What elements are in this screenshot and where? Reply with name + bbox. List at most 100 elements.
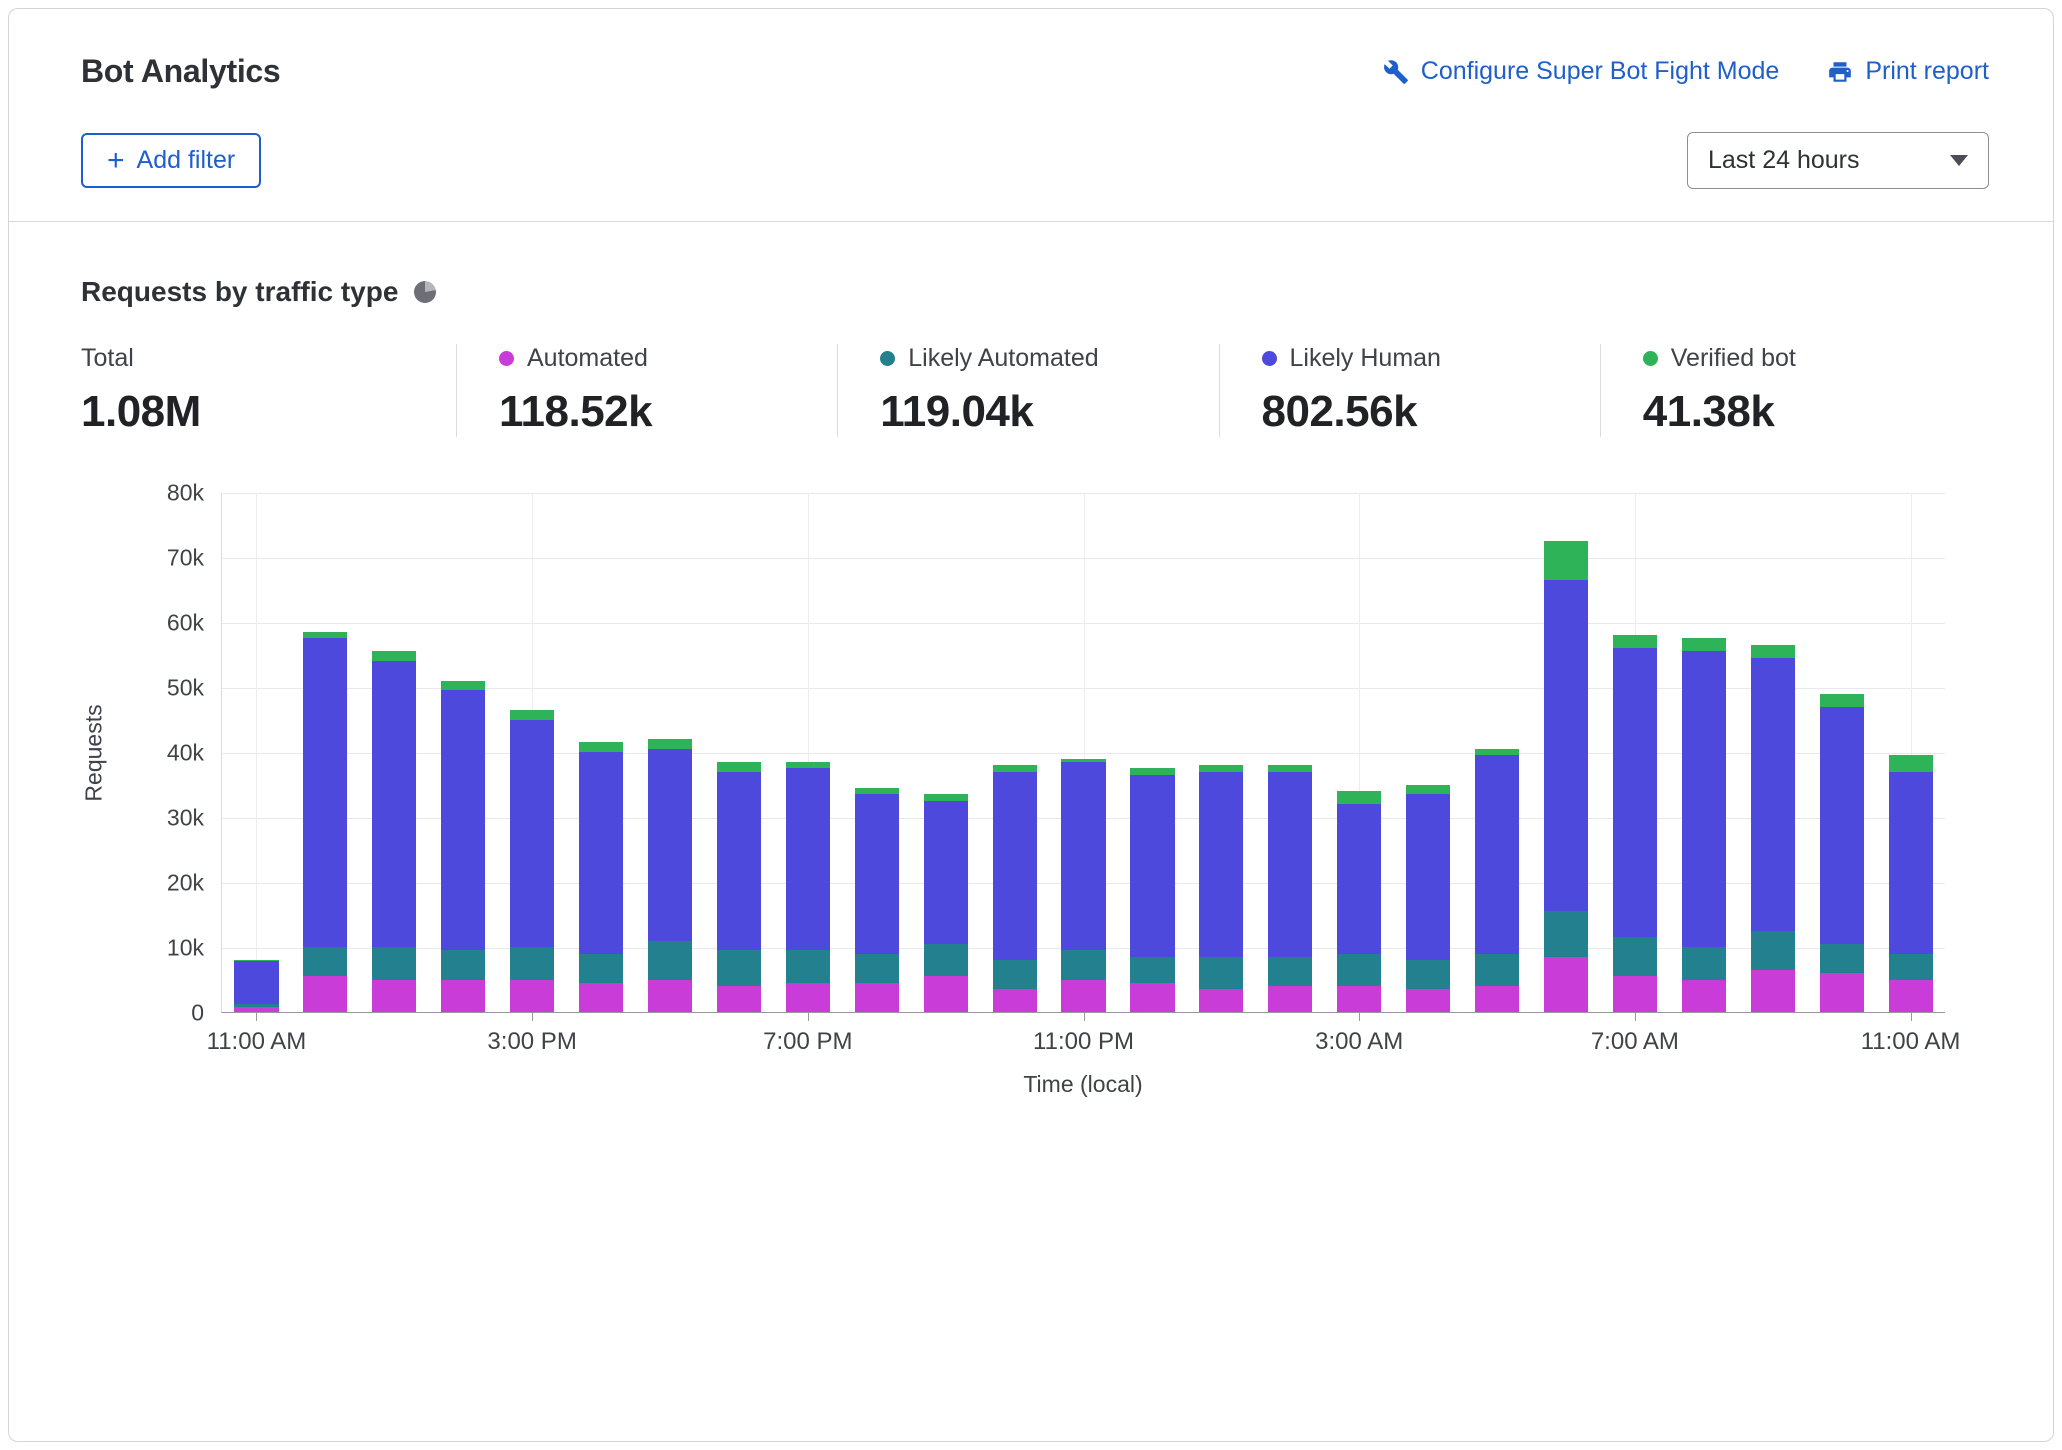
x-axis-title: Time (local) bbox=[221, 1071, 1945, 1098]
bar[interactable] bbox=[579, 742, 623, 1012]
bar-segment bbox=[1406, 989, 1450, 1012]
bar-segment bbox=[993, 772, 1037, 961]
bar-group bbox=[498, 493, 567, 1012]
bar-segment bbox=[1613, 648, 1657, 937]
bar[interactable] bbox=[717, 762, 761, 1012]
stat-item: Likely Human 802.56k bbox=[1219, 344, 1600, 437]
bar[interactable] bbox=[1613, 635, 1657, 1012]
bar[interactable] bbox=[648, 739, 692, 1012]
bar-segment bbox=[924, 976, 968, 1012]
bar[interactable] bbox=[1268, 765, 1312, 1012]
bar-segment bbox=[1475, 954, 1519, 987]
y-tick-label: 20k bbox=[167, 870, 204, 897]
bar-segment bbox=[372, 980, 416, 1013]
bar-segment bbox=[1820, 707, 1864, 944]
bar-group bbox=[222, 493, 291, 1012]
bar[interactable] bbox=[1751, 645, 1795, 1012]
bar-segment bbox=[1820, 973, 1864, 1012]
bar-group bbox=[291, 493, 360, 1012]
bar-segment bbox=[786, 768, 830, 950]
bar-segment bbox=[1889, 954, 1933, 980]
bar-segment bbox=[648, 941, 692, 980]
bar-segment bbox=[1682, 638, 1726, 651]
bar[interactable] bbox=[441, 681, 485, 1013]
print-link-label: Print report bbox=[1865, 57, 1989, 86]
x-tick-label: 11:00 AM bbox=[207, 1028, 307, 1056]
bar-segment bbox=[1751, 931, 1795, 970]
bar-group bbox=[911, 493, 980, 1012]
bar[interactable] bbox=[924, 794, 968, 1012]
bar-group bbox=[360, 493, 429, 1012]
bar-segment bbox=[993, 960, 1037, 989]
bar[interactable] bbox=[1682, 638, 1726, 1012]
y-tick-label: 70k bbox=[167, 545, 204, 572]
stat-value: 41.38k bbox=[1643, 387, 1981, 437]
x-tick-mark bbox=[1911, 1012, 1912, 1021]
bar-group bbox=[567, 493, 636, 1012]
configure-super-bot-fight-mode-link[interactable]: Configure Super Bot Fight Mode bbox=[1383, 57, 1780, 86]
time-range-select[interactable]: Last 24 hours bbox=[1687, 132, 1989, 189]
bar[interactable] bbox=[1199, 765, 1243, 1012]
bar-group bbox=[636, 493, 705, 1012]
bar-segment bbox=[441, 980, 485, 1013]
bar-segment bbox=[1820, 694, 1864, 707]
stat-value: 118.52k bbox=[499, 387, 837, 437]
bar[interactable] bbox=[1889, 755, 1933, 1012]
y-axis-title: Requests bbox=[81, 704, 108, 801]
bar-segment bbox=[441, 681, 485, 691]
bar-segment bbox=[1061, 980, 1105, 1013]
x-tick-label: 3:00 AM bbox=[1315, 1028, 1403, 1056]
bar[interactable] bbox=[1475, 749, 1519, 1012]
bar-segment bbox=[855, 794, 899, 953]
bar-segment bbox=[1613, 937, 1657, 976]
bar-segment bbox=[510, 980, 554, 1013]
chart-canvas: Requests 010k20k30k40k50k60k70k80k11:00 … bbox=[221, 493, 1945, 1013]
bar[interactable] bbox=[1820, 694, 1864, 1013]
bar[interactable] bbox=[234, 960, 278, 1012]
bar[interactable] bbox=[372, 651, 416, 1012]
bar-segment bbox=[579, 742, 623, 752]
wrench-icon bbox=[1383, 59, 1409, 85]
bar-group bbox=[842, 493, 911, 1012]
bar-segment bbox=[1337, 954, 1381, 987]
bar[interactable] bbox=[1130, 768, 1174, 1012]
bar-segment bbox=[1268, 772, 1312, 957]
bar[interactable] bbox=[1061, 759, 1105, 1013]
bar[interactable] bbox=[510, 710, 554, 1012]
bar-segment bbox=[1061, 950, 1105, 979]
y-tick-label: 30k bbox=[167, 805, 204, 832]
bar-segment bbox=[579, 954, 623, 983]
bar-segment bbox=[1613, 976, 1657, 1012]
bar-segment bbox=[1406, 785, 1450, 795]
bar-segment bbox=[1199, 772, 1243, 957]
bar-segment bbox=[1406, 794, 1450, 960]
header-links: Configure Super Bot Fight Mode Print rep… bbox=[1383, 57, 1989, 86]
bar[interactable] bbox=[993, 765, 1037, 1012]
stat-value: 1.08M bbox=[81, 387, 456, 437]
bar-group bbox=[1876, 493, 1945, 1012]
bar[interactable] bbox=[786, 762, 830, 1012]
bar[interactable] bbox=[303, 632, 347, 1012]
bar-segment bbox=[234, 1007, 278, 1012]
title-row: Bot Analytics Configure Super Bot Fight … bbox=[81, 53, 1989, 90]
print-report-link[interactable]: Print report bbox=[1827, 57, 1989, 86]
card-header: Bot Analytics Configure Super Bot Fight … bbox=[9, 9, 2053, 221]
stat-label: Likely Human bbox=[1290, 344, 1441, 373]
add-filter-button[interactable]: + Add filter bbox=[81, 133, 261, 188]
legend-dot bbox=[1643, 351, 1658, 366]
bar[interactable] bbox=[1544, 541, 1588, 1012]
x-tick-label: 7:00 PM bbox=[763, 1028, 852, 1056]
x-tick-label: 11:00 PM bbox=[1033, 1028, 1134, 1056]
bar-segment bbox=[717, 950, 761, 986]
bar[interactable] bbox=[855, 788, 899, 1012]
bar[interactable] bbox=[1337, 791, 1381, 1012]
bar-segment bbox=[924, 944, 968, 977]
stat-label: Automated bbox=[527, 344, 648, 373]
x-tick-mark bbox=[1359, 1012, 1360, 1021]
bar-segment bbox=[1337, 986, 1381, 1012]
bar-segment bbox=[303, 947, 347, 976]
x-tick-label: 7:00 AM bbox=[1591, 1028, 1679, 1056]
bar-segment bbox=[1268, 957, 1312, 986]
bar[interactable] bbox=[1406, 785, 1450, 1013]
bar-group bbox=[1463, 493, 1532, 1012]
